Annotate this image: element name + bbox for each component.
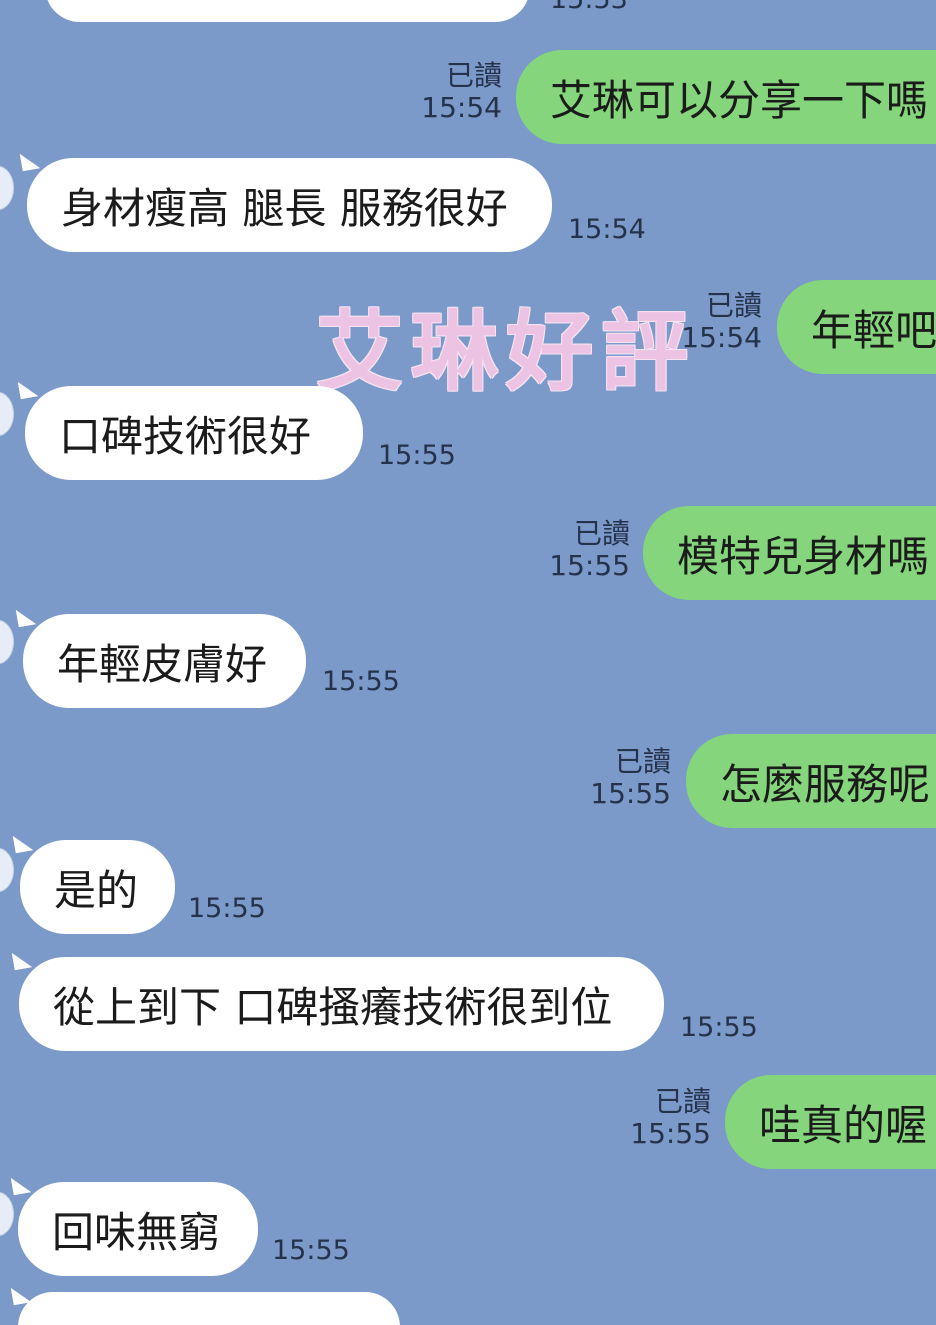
message-time: 15:55: [680, 1012, 758, 1043]
message-bubble-outgoing[interactable]: 艾琳可以分享一下嗎: [516, 50, 936, 144]
message-bubble-incoming[interactable]: 身材瘦高 腿長 服務很好: [27, 158, 552, 252]
read-label: 已讀: [445, 59, 502, 92]
message-partial-top: [45, 0, 530, 22]
avatar[interactable]: [0, 166, 14, 210]
message-bubble-incoming[interactable]: 口碑技術很好: [25, 386, 363, 480]
read-label: 已讀: [705, 289, 762, 322]
read-receipt: 已讀 15:55: [590, 745, 671, 811]
avatar[interactable]: [0, 620, 14, 664]
avatar[interactable]: [0, 848, 14, 892]
read-receipt: 已讀 15:54: [681, 289, 762, 355]
read-receipt: 已讀 15:55: [630, 1085, 711, 1151]
read-receipt: 已讀 15:54: [421, 59, 502, 125]
avatar[interactable]: [0, 392, 14, 436]
message-time: 15:53: [550, 0, 628, 15]
message-time: 15:55: [188, 893, 266, 924]
message-bubble-incoming[interactable]: 年輕皮膚好: [23, 614, 306, 708]
read-label: 已讀: [614, 745, 671, 778]
read-receipt: 已讀 15:55: [549, 517, 630, 583]
message-bubble-outgoing[interactable]: 年輕吧: [777, 280, 936, 374]
message-bubble-incoming[interactable]: 是的: [20, 840, 175, 934]
message-time: 15:55: [630, 1117, 711, 1151]
message-bubble-outgoing[interactable]: 怎麼服務呢: [686, 734, 936, 828]
message-bubble-incoming[interactable]: 回味無窮: [18, 1182, 258, 1276]
message-time: 15:55: [549, 549, 630, 583]
watermark-text: 艾琳好評: [316, 300, 696, 403]
message-partial-bottom: [18, 1292, 400, 1325]
message-bubble-incoming[interactable]: 從上到下 口碑搔癢技術很到位: [19, 957, 664, 1051]
read-label: 已讀: [654, 1085, 711, 1118]
chat-area[interactable]: 15:53 已讀 15:54 艾琳可以分享一下嗎 身材瘦高 腿長 服務很好 15…: [0, 0, 936, 1325]
message-bubble-outgoing[interactable]: 模特兒身材嗎: [643, 506, 936, 600]
message-time: 15:55: [272, 1235, 350, 1266]
message-time: 15:55: [322, 666, 400, 697]
message-time: 15:54: [681, 321, 762, 355]
message-time: 15:54: [421, 91, 502, 125]
read-label: 已讀: [573, 517, 630, 550]
message-time: 15:55: [590, 777, 671, 811]
avatar[interactable]: [0, 1192, 14, 1236]
message-bubble-outgoing[interactable]: 哇真的喔: [725, 1075, 936, 1169]
message-time: 15:55: [378, 440, 456, 471]
message-time: 15:54: [568, 214, 646, 245]
